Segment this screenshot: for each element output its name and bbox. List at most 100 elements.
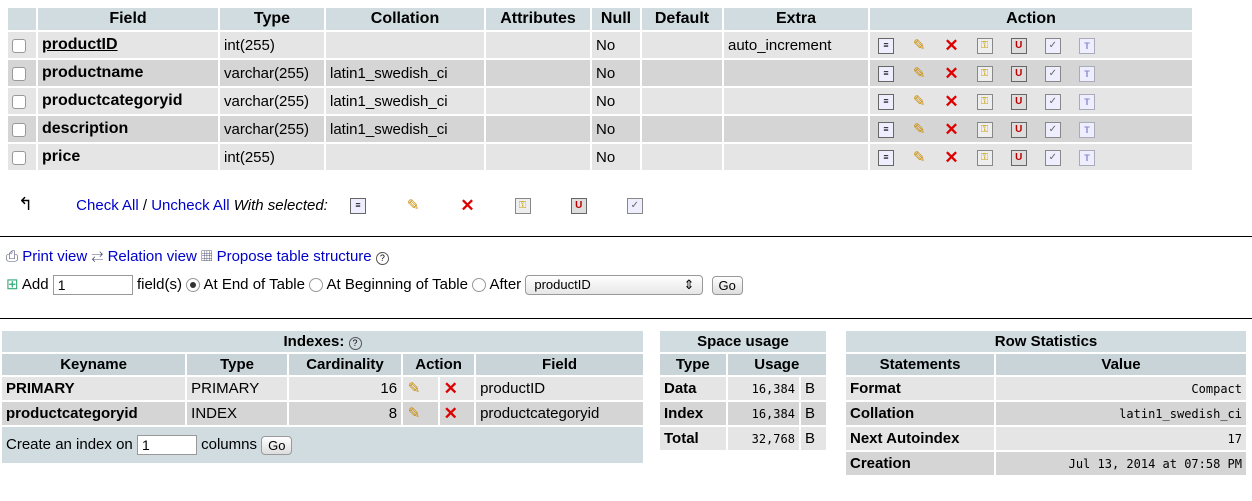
header-type[interactable]: Type — [220, 8, 324, 30]
radio-at-beginning[interactable] — [309, 278, 324, 293]
row-checkbox[interactable] — [12, 150, 26, 165]
fulltext-icon[interactable]: T — [1079, 121, 1096, 138]
fulltext-icon[interactable]: T — [1079, 65, 1096, 82]
field-name[interactable]: description — [38, 116, 218, 142]
help-icon[interactable]: ? — [375, 252, 389, 265]
row-actions: ≡ ✎ ✕ ⚿ U ✓ T — [870, 88, 1192, 114]
edit-icon[interactable]: ✎ — [407, 381, 421, 396]
radio-after[interactable] — [472, 278, 487, 293]
create-index-count[interactable]: 1 — [136, 435, 197, 455]
primary-key-icon[interactable]: ⚿ — [976, 37, 993, 54]
table-row: productcategoryid varchar(255) latin1_sw… — [8, 88, 1192, 114]
row-checkbox[interactable] — [12, 122, 26, 137]
drop-icon[interactable]: ✕ — [944, 121, 958, 138]
browse-icon[interactable]: ≡ — [878, 93, 894, 110]
space-usage: 16,384 — [727, 377, 799, 400]
field-null: No — [592, 144, 640, 170]
field-name[interactable]: productID — [38, 32, 218, 58]
help-icon[interactable]: ? — [348, 337, 362, 350]
create-index-bar: Create an index on 1 columns Go — [2, 427, 643, 463]
edit-icon[interactable]: ✎ — [912, 38, 926, 53]
header-default[interactable]: Default — [642, 8, 722, 30]
after-field-select[interactable]: productID ⇕ — [525, 275, 704, 296]
drop-icon[interactable]: ✕ — [460, 197, 474, 214]
field-name[interactable]: price — [38, 144, 218, 170]
primary-key-icon[interactable]: ⚿ — [976, 93, 993, 110]
print-view-link[interactable]: Print view — [22, 248, 87, 265]
browse-icon[interactable]: ≡ — [878, 149, 894, 166]
field-extra: auto_increment — [724, 32, 868, 58]
field-name[interactable]: productname — [38, 60, 218, 86]
relation-view-link[interactable]: Relation view — [108, 248, 197, 265]
drop-icon[interactable]: ✕ — [944, 65, 958, 82]
header-attributes[interactable]: Attributes — [486, 8, 590, 30]
primary-key-icon[interactable]: ⚿ — [976, 121, 993, 138]
header-extra[interactable]: Extra — [724, 8, 868, 30]
index-icon[interactable]: ✓ — [1044, 121, 1061, 138]
field-null: No — [592, 60, 640, 86]
field-extra — [724, 144, 868, 170]
fields-label: field(s) — [136, 276, 182, 293]
edit-icon[interactable]: ✎ — [407, 406, 421, 421]
header-collation[interactable]: Collation — [326, 8, 484, 30]
create-index-go-button[interactable]: Go — [261, 435, 293, 455]
browse-icon[interactable]: ≡ — [350, 198, 367, 215]
drop-icon[interactable]: ✕ — [444, 380, 458, 397]
structure-header: Field Type Collation Attributes Null Def… — [8, 8, 1192, 30]
unique-icon[interactable]: U — [570, 198, 587, 215]
header-null[interactable]: Null — [592, 8, 640, 30]
field-null: No — [592, 116, 640, 142]
index-icon[interactable]: ✓ — [1044, 149, 1061, 166]
field-collation — [326, 32, 484, 58]
index-icon[interactable]: ✓ — [1044, 65, 1061, 82]
rowstats-statement: Next Autoindex — [846, 427, 994, 450]
fulltext-icon[interactable]: T — [1079, 37, 1096, 54]
uncheck-all-link[interactable]: Uncheck All — [151, 197, 229, 214]
fulltext-icon[interactable]: T — [1079, 149, 1096, 166]
index-icon[interactable]: ✓ — [1044, 93, 1061, 110]
propose-structure-link[interactable]: Propose table structure — [217, 248, 372, 265]
index-icon[interactable]: ✓ — [1044, 37, 1061, 54]
primary-key-icon[interactable]: ⚿ — [514, 198, 531, 215]
edit-icon[interactable]: ✎ — [912, 66, 926, 81]
check-all-link[interactable]: Check All — [76, 197, 139, 214]
rowstats-row: Next Autoindex 17 — [846, 427, 1246, 450]
drop-icon[interactable]: ✕ — [944, 37, 958, 54]
row-checkbox[interactable] — [12, 38, 26, 53]
browse-icon[interactable]: ≡ — [878, 121, 894, 138]
primary-key-icon[interactable]: ⚿ — [976, 65, 993, 82]
field-default — [642, 144, 722, 170]
unique-icon[interactable]: U — [1010, 37, 1027, 54]
header-field[interactable]: Field — [38, 8, 218, 30]
add-count-input[interactable]: 1 — [52, 275, 133, 296]
unique-icon[interactable]: U — [1010, 93, 1027, 110]
structure-table: Field Type Collation Attributes Null Def… — [6, 6, 1194, 172]
edit-icon[interactable]: ✎ — [406, 198, 420, 213]
add-go-button[interactable]: Go — [711, 275, 743, 295]
row-statistics-table: Row Statistics Statements Value Format C… — [844, 329, 1248, 477]
browse-icon[interactable]: ≡ — [878, 37, 894, 54]
drop-icon[interactable]: ✕ — [944, 93, 958, 110]
unique-icon[interactable]: U — [1010, 65, 1027, 82]
row-checkbox[interactable] — [12, 94, 26, 109]
space-header-usage: Usage — [727, 354, 826, 375]
index-type: INDEX — [187, 402, 287, 425]
drop-icon[interactable]: ✕ — [444, 405, 458, 422]
field-name[interactable]: productcategoryid — [38, 88, 218, 114]
row-checkbox[interactable] — [12, 66, 26, 81]
unique-icon[interactable]: U — [1010, 149, 1027, 166]
relation-icon: ⇄ — [91, 248, 104, 265]
primary-key-icon[interactable]: ⚿ — [976, 149, 993, 166]
drop-icon[interactable]: ✕ — [944, 149, 958, 166]
index-icon[interactable]: ✓ — [626, 198, 643, 215]
edit-icon[interactable]: ✎ — [912, 150, 926, 165]
rowstats-row: Format Compact — [846, 377, 1246, 400]
unique-icon[interactable]: U — [1010, 121, 1027, 138]
space-unit: B — [800, 402, 826, 425]
radio-at-end[interactable] — [186, 278, 201, 293]
edit-icon[interactable]: ✎ — [912, 122, 926, 137]
row-actions: ≡ ✎ ✕ ⚿ U ✓ T — [870, 32, 1192, 58]
fulltext-icon[interactable]: T — [1079, 93, 1096, 110]
browse-icon[interactable]: ≡ — [878, 65, 894, 82]
edit-icon[interactable]: ✎ — [912, 94, 926, 109]
